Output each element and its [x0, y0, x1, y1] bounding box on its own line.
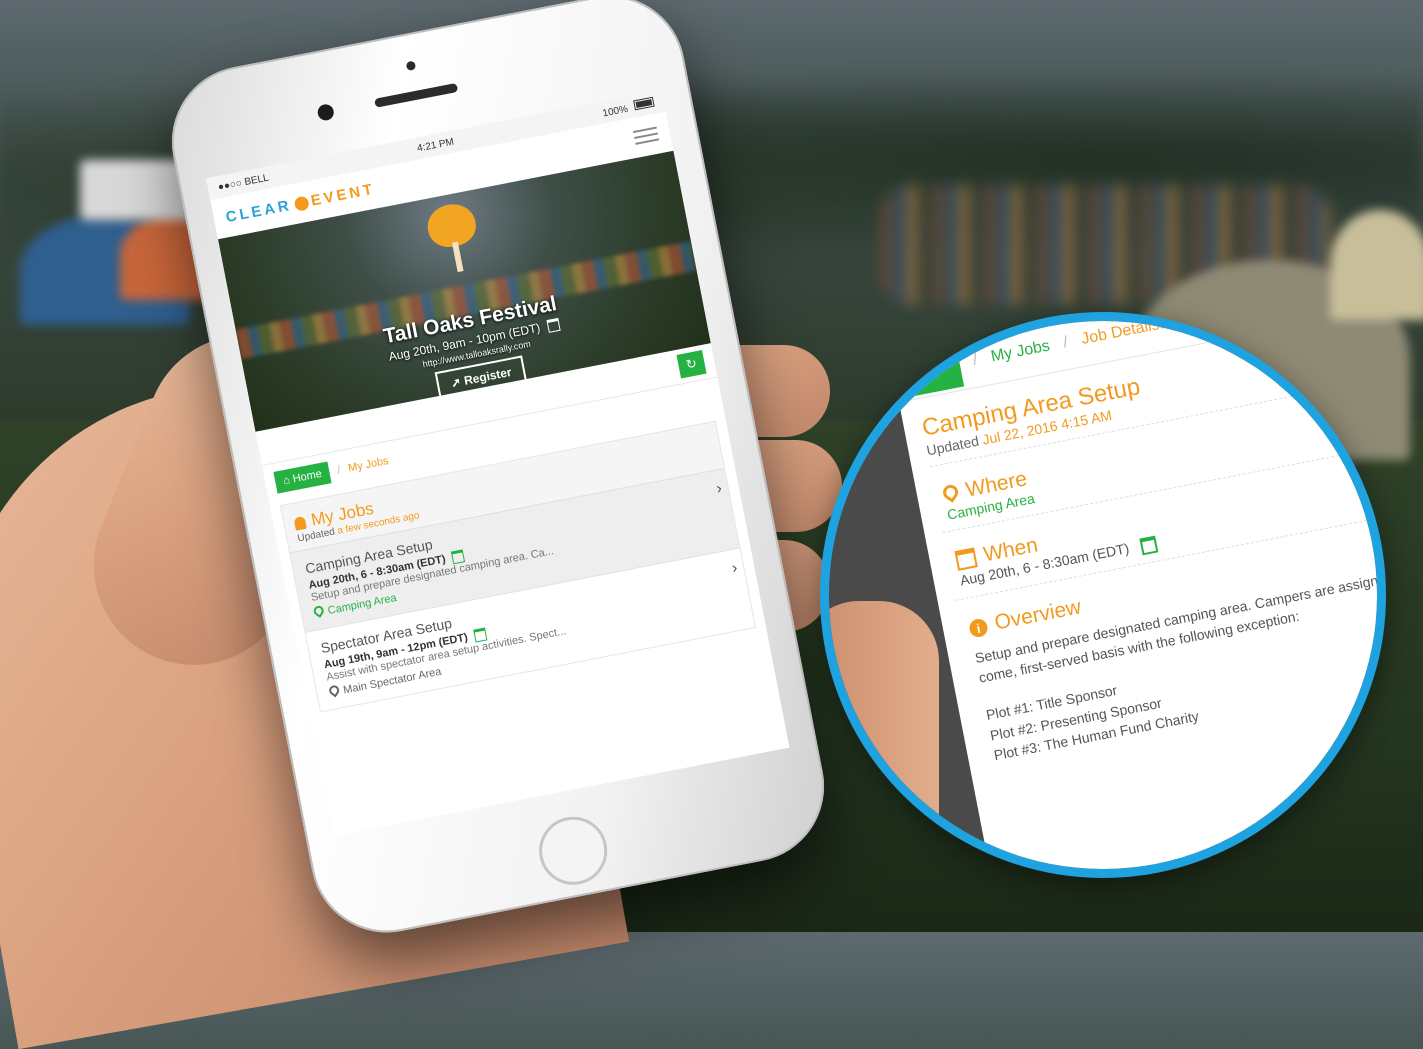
background-tent — [1330, 210, 1423, 320]
breadcrumb-my-jobs[interactable]: My Jobs — [347, 455, 390, 475]
tree-logo-icon — [424, 200, 484, 278]
logo-text-left: CLEAR — [224, 196, 294, 226]
clock: 4:21 PM — [416, 136, 455, 155]
register-icon: ➚ — [449, 374, 463, 391]
map-pin-icon — [327, 683, 342, 698]
refresh-button[interactable]: ↻ — [676, 349, 707, 379]
map-pin-icon — [940, 481, 962, 503]
add-to-calendar-icon[interactable] — [1139, 535, 1159, 556]
chevron-right-icon: › — [714, 479, 724, 498]
breadcrumb-home-label: Home — [291, 467, 323, 486]
breadcrumb-separator: / — [336, 464, 342, 477]
detail-breadcrumb-current: Job Details... — [1079, 313, 1174, 348]
breadcrumb-separator: / — [971, 351, 980, 369]
register-label: Register — [462, 364, 513, 388]
battery-icon — [633, 96, 655, 110]
battery-label: 100% — [601, 103, 629, 119]
calendar-icon — [954, 547, 978, 572]
info-icon: i — [968, 617, 990, 639]
logo-person-icon — [293, 195, 310, 212]
magnified-detail: Home / My Jobs / Job Details... Camping … — [820, 312, 1386, 878]
job-detail-screen: Home / My Jobs / Job Details... Camping … — [889, 313, 1377, 869]
breadcrumb-separator: / — [1061, 333, 1070, 352]
home-icon: ⌂ — [282, 474, 292, 488]
map-pin-icon — [311, 603, 326, 618]
user-icon — [293, 515, 307, 531]
chevron-right-icon: › — [730, 559, 739, 578]
calendar-icon[interactable] — [546, 318, 561, 334]
detail-breadcrumb-home[interactable]: Home — [889, 341, 964, 400]
logo-text-right: EVENT — [309, 180, 377, 210]
zoom-finger — [829, 601, 939, 869]
menu-icon[interactable] — [632, 126, 660, 145]
detail-breadcrumb-my-jobs[interactable]: My Jobs — [990, 337, 1052, 366]
refresh-icon: ↻ — [684, 355, 699, 373]
breadcrumb-home[interactable]: ⌂ Home — [273, 461, 332, 494]
